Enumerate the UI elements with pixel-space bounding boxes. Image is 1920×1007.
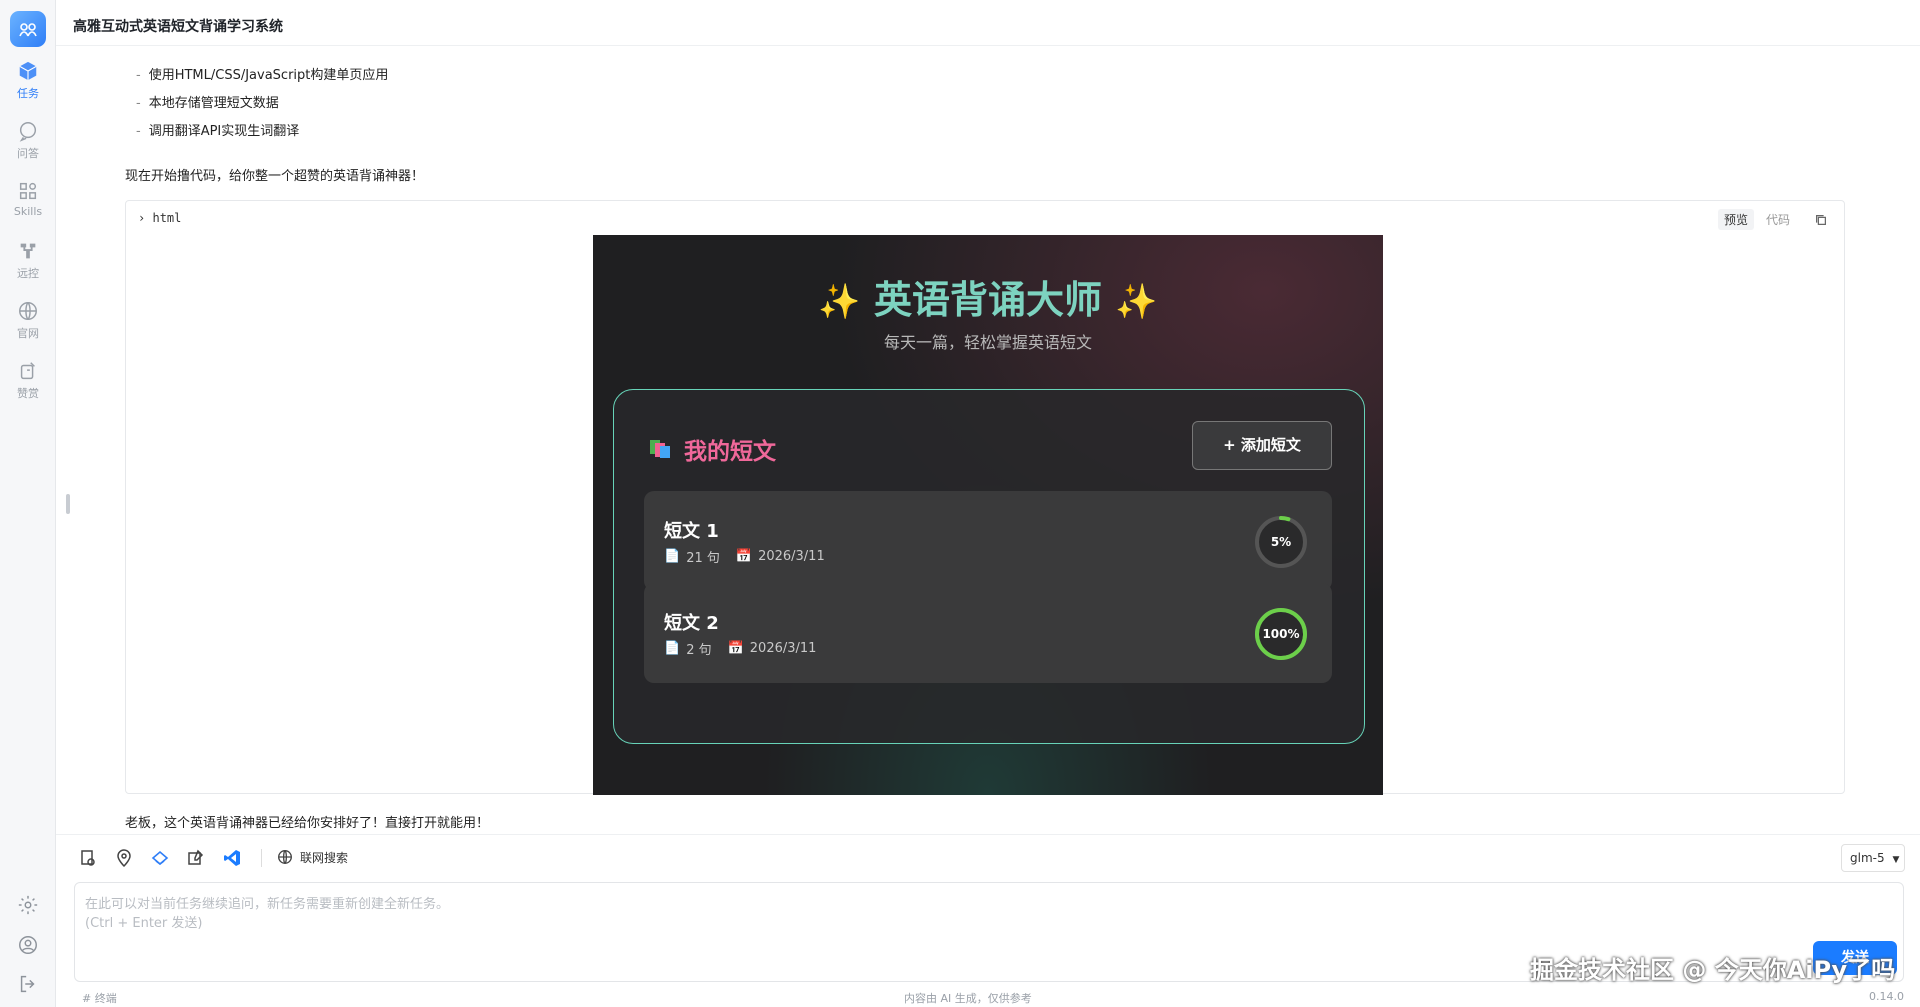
sentence-count: 2 句 [686, 643, 712, 658]
passage-card[interactable]: 短文 2 📄 2 句 📅 2026/3/11 100% [644, 583, 1332, 683]
sparkle-icon: ✨ [1115, 282, 1158, 322]
list-item-text: 调用翻译API实现生词翻译 [148, 124, 300, 139]
passage-meta: 📄 2 句 📅 2026/3/11 [664, 639, 816, 658]
rail-item-label: Skills [13, 205, 43, 218]
calendar-icon: 📅 [727, 641, 744, 656]
rail-item-qa[interactable]: 问答 [0, 120, 56, 161]
html-preview: ✨ 英语背诵大师 ✨ 每天一篇，轻松掌握英语短文 我的短文 + 添加短文 短文 … [593, 235, 1383, 795]
terminal-link[interactable]: # 终端 [82, 990, 117, 1006]
location-icon[interactable] [114, 848, 134, 868]
app-logo[interactable] [10, 11, 46, 47]
chat-icon [19, 122, 37, 142]
tab-preview[interactable]: 预览 [1717, 209, 1754, 230]
rail-item-website[interactable]: 官网 [0, 300, 56, 341]
bullet-list: - 使用HTML/CSS/JavaScript构建单页应用 - 本地存储管理短文数据… [136, 62, 388, 146]
rail-item-task[interactable]: 任务 [0, 60, 56, 101]
user-icon[interactable] [17, 934, 39, 956]
code-lang: html [152, 211, 182, 225]
app-title: 高雅互动式英语短文背诵学习系统 [73, 19, 283, 35]
model-select[interactable]: glm-5 ▼ [1841, 844, 1905, 872]
passages-panel: 我的短文 + 添加短文 短文 1 📄 21 句 📅 2026/3/11 5% 短… [613, 389, 1365, 744]
chevron-right-icon: › [138, 211, 146, 225]
code-tabs: 预览 代码 [1717, 209, 1828, 230]
left-rail: 任务 问答 Skills 远控 官网 赞赏 [0, 0, 56, 1007]
watermark: 掘金技术社区 @ 今天你AiPy了吗 [1530, 956, 1896, 984]
outro-text: 老板，这个英语背诵神器已经给你安排好了！直接打开就能用！ [125, 816, 490, 831]
grid-icon [19, 182, 37, 200]
progress-label: 100% [1262, 627, 1300, 641]
code-lang-toggle[interactable]: › html [138, 211, 181, 225]
passage-card[interactable]: 短文 1 📄 21 句 📅 2026/3/11 5% [644, 491, 1332, 591]
toolbar-divider [261, 849, 262, 867]
preview-subtitle: 每天一篇，轻松掌握英语短文 [883, 333, 1092, 352]
remote-icon [20, 243, 36, 259]
preview-title-text: 英语背诵大师 [873, 278, 1102, 322]
title-bar: 高雅互动式英语短文背诵学习系统 [56, 0, 1920, 46]
web-search-toggle[interactable]: 联网搜索 [276, 848, 348, 866]
rail-item-skills[interactable]: Skills [0, 180, 56, 218]
rail-item-label: 赞赏 [17, 387, 39, 400]
passage-date: 2026/3/11 [749, 641, 817, 656]
document-icon: 📄 [664, 641, 681, 656]
rail-item-label: 任务 [17, 87, 39, 100]
books-icon [650, 440, 670, 458]
passage-meta: 📄 21 句 📅 2026/3/11 [664, 547, 825, 566]
passage-date: 2026/3/11 [758, 549, 825, 564]
rail-item-label: 官网 [17, 327, 39, 340]
ai-disclaimer: 内容由 AI 生成，仅供参考 [904, 992, 1032, 1005]
code-block-header: › html 预览 代码 [126, 201, 1844, 235]
file-icon[interactable] [78, 848, 98, 868]
caret-down-icon: ▼ [1892, 855, 1900, 865]
list-item-text: 本地存储管理短文数据 [148, 96, 279, 111]
passage-title: 短文 2 [664, 613, 719, 634]
globe-search-icon [278, 850, 292, 864]
preview-title: ✨ 英语背诵大师 ✨ [593, 269, 1383, 324]
vscode-icon[interactable] [222, 848, 242, 868]
list-item: - 使用HTML/CSS/JavaScript构建单页应用 [136, 68, 389, 83]
edit-image-icon[interactable] [186, 848, 206, 868]
chat-content: - 使用HTML/CSS/JavaScript构建单页应用 - 本地存储管理短文数据… [56, 46, 1906, 832]
model-value: glm-5 [1850, 851, 1885, 865]
copy-icon[interactable] [1814, 213, 1828, 227]
gear-icon[interactable] [17, 894, 39, 916]
sparkle-icon: ✨ [818, 282, 861, 322]
passage-title: 短文 1 [664, 521, 719, 542]
footer: # 终端 内容由 AI 生成，仅供参考 0.14.0 [56, 986, 1920, 1007]
sentence-count: 21 句 [686, 551, 720, 566]
document-icon: 📄 [664, 549, 681, 564]
logo-icon [19, 23, 37, 37]
globe-icon [19, 302, 37, 320]
rail-item-label: 问答 [17, 147, 39, 160]
list-item: - 本地存储管理短文数据 [136, 96, 279, 111]
layers-icon[interactable] [150, 848, 170, 868]
add-passage-button[interactable]: + 添加短文 [1192, 421, 1332, 470]
list-item-text: 使用HTML/CSS/JavaScript构建单页应用 [148, 68, 389, 83]
progress-label: 5% [1270, 535, 1292, 549]
list-item: - 调用翻译API实现生词翻译 [136, 124, 300, 139]
intro-text: 现在开始撸代码，给你整一个超赞的英语背诵神器！ [125, 169, 425, 184]
cube-icon [19, 61, 37, 81]
tab-code[interactable]: 代码 [1760, 209, 1796, 230]
rail-item-remote[interactable]: 远控 [0, 240, 56, 281]
rail-item-reward[interactable]: 赞赏 [0, 360, 56, 401]
code-block: › html 预览 代码 ✨ 英语背诵大师 ✨ 每天一篇，轻松掌握英语短文 我的… [125, 200, 1845, 795]
calendar-icon: 📅 [735, 549, 753, 564]
reward-icon [20, 362, 35, 380]
input-toolbar: 联网搜索 glm-5 ▼ [56, 834, 1920, 880]
version-label: 0.14.0 [1869, 990, 1904, 1003]
rail-item-label: 远控 [17, 267, 39, 280]
web-search-label: 联网搜索 [300, 850, 349, 865]
logout-icon[interactable] [17, 973, 39, 995]
panel-title: 我的短文 [684, 439, 776, 465]
